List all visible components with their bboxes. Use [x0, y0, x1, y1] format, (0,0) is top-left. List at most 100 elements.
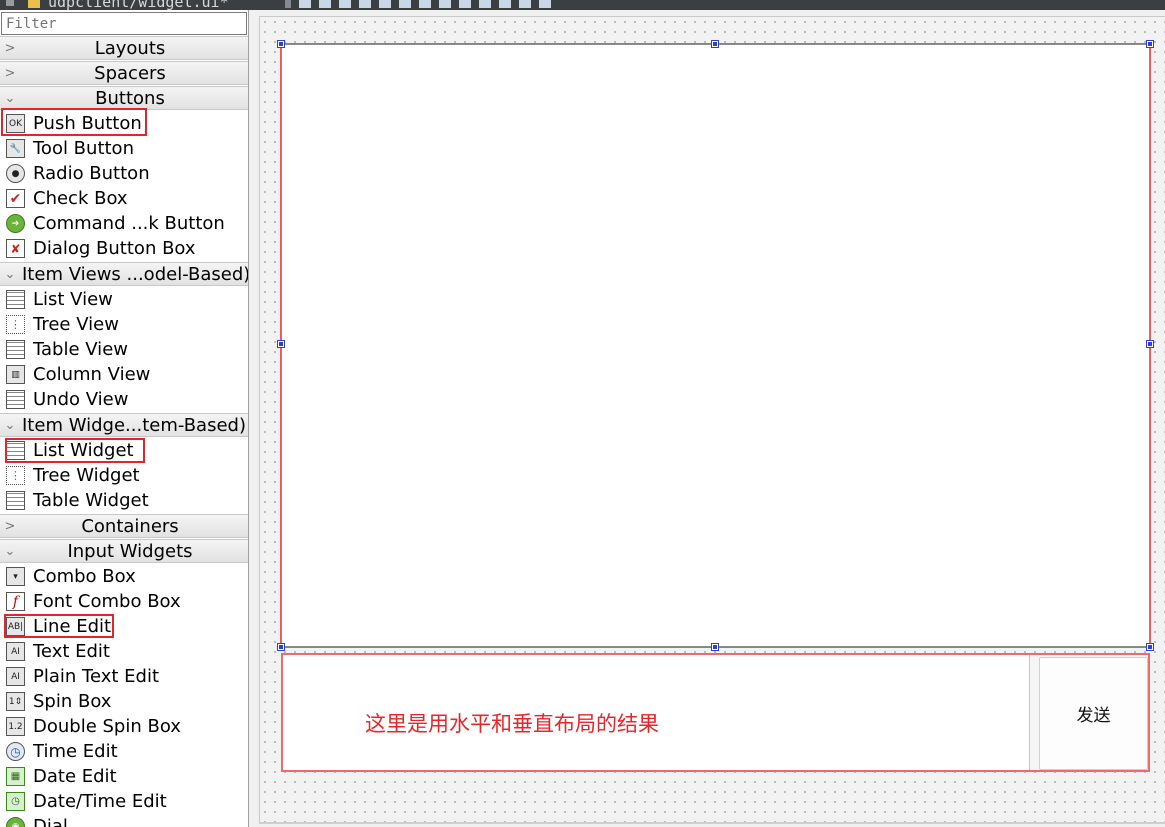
widget-item-label: Dial	[33, 816, 68, 827]
filter-input[interactable]	[1, 12, 247, 35]
column-view-icon: ▥	[6, 365, 25, 384]
layout-grid-icon[interactable]	[499, 0, 511, 8]
widget-item-list-view[interactable]: List View	[0, 287, 248, 312]
resize-handle-l[interactable]	[277, 340, 285, 348]
widget-item-label: Combo Box	[33, 566, 136, 587]
category-item-views[interactable]: ⌄ Item Views ...odel-Based)	[0, 262, 248, 286]
chevron-right-icon: >	[4, 518, 16, 534]
widget-item-plain-text-edit[interactable]: AI Plain Text Edit	[0, 664, 248, 689]
widget-item-label: Column View	[33, 364, 151, 385]
layout-horizontal-icon[interactable]	[399, 0, 411, 8]
message-display-area[interactable]	[280, 43, 1151, 648]
resize-handle-tl[interactable]	[277, 40, 285, 48]
widget-item-command-k-button[interactable]: ➔ Command ...k Button	[0, 211, 248, 236]
category-containers[interactable]: > Containers	[0, 514, 248, 538]
widget-item-label: Table Widget	[33, 490, 149, 511]
widget-item-combo-box[interactable]: ▾ Combo Box	[0, 564, 248, 589]
top-toolbar: udpclient/widget.ui*	[0, 0, 1165, 10]
widget-item-check-box[interactable]: ✔ Check Box	[0, 186, 248, 211]
widget-item-text-edit[interactable]: AI Text Edit	[0, 639, 248, 664]
widget-item-label: Date/Time Edit	[33, 791, 167, 812]
resize-handle-br[interactable]	[1146, 643, 1154, 651]
undo-view-icon	[6, 390, 25, 409]
dialog-button-box-icon: ✘	[6, 239, 25, 258]
table-widget-icon	[6, 491, 25, 510]
chevron-down-icon: ⌄	[4, 266, 16, 282]
widget-item-label: Time Edit	[33, 741, 118, 762]
layout-splitter-h-icon[interactable]	[439, 0, 451, 8]
dial-icon: ◉	[6, 817, 25, 827]
layout-vertical-icon[interactable]	[419, 0, 431, 8]
category-buttons[interactable]: ⌄ Buttons	[0, 86, 248, 110]
radio-button-icon: ●	[6, 164, 25, 183]
ui-file-icon	[28, 0, 40, 8]
edit-widgets-icon[interactable]	[319, 0, 331, 8]
send-button[interactable]: 发送	[1039, 657, 1148, 770]
widget-item-label: Tree Widget	[33, 465, 140, 486]
category-spacers[interactable]: > Spacers	[0, 61, 248, 85]
canvas-bottom-border	[259, 822, 1165, 824]
widget-item-date-edit[interactable]: ▦ Date Edit	[0, 764, 248, 789]
resize-handle-tr[interactable]	[1146, 40, 1154, 48]
widget-item-label: Table View	[33, 339, 128, 360]
tool-button-icon: 🔧	[6, 139, 25, 158]
tab-title[interactable]: udpclient/widget.ui*	[48, 0, 229, 10]
widget-item-spin-box[interactable]: 1⇕ Spin Box	[0, 689, 248, 714]
widget-item-table-widget[interactable]: Table Widget	[0, 488, 248, 513]
category-input-widgets[interactable]: ⌄ Input Widgets	[0, 539, 248, 563]
close-tab-icon[interactable]	[6, 0, 14, 6]
widget-item-tree-view[interactable]: ⋮ Tree View	[0, 312, 248, 337]
edit-tab-order-icon[interactable]	[379, 0, 391, 8]
resize-handle-r[interactable]	[1146, 340, 1154, 348]
resize-handle-b[interactable]	[711, 643, 719, 651]
resize-handle-t[interactable]	[711, 40, 719, 48]
widget-item-undo-view[interactable]: Undo View	[0, 387, 248, 412]
category-layouts[interactable]: > Layouts	[0, 36, 248, 60]
list-view-icon	[6, 290, 25, 309]
widget-item-date-time-edit[interactable]: ◷ Date/Time Edit	[0, 789, 248, 814]
widget-item-double-spin-box[interactable]: 1.2 Double Spin Box	[0, 714, 248, 739]
widget-item-time-edit[interactable]: ◷ Time Edit	[0, 739, 248, 764]
adjust-size-icon[interactable]	[539, 0, 551, 8]
widget-item-label: Date Edit	[33, 766, 117, 787]
tree-view-icon: ⋮	[6, 315, 25, 334]
widget-item-label: Plain Text Edit	[33, 666, 159, 687]
layout-splitter-v-icon[interactable]	[459, 0, 471, 8]
chevron-down-icon: ⌄	[4, 417, 16, 433]
font-combo-box-icon: f	[6, 592, 25, 611]
break-layout-icon[interactable]	[519, 0, 531, 8]
chevron-right-icon: >	[4, 40, 16, 56]
widget-item-label: Undo View	[33, 389, 129, 410]
widget-item-label: List View	[33, 289, 113, 310]
widget-item-label: Text Edit	[33, 641, 110, 662]
widget-item-label: Check Box	[33, 188, 128, 209]
widget-item-label: Dialog Button Box	[33, 238, 196, 259]
widget-item-table-view[interactable]: Table View	[0, 337, 248, 362]
widget-item-tool-button[interactable]: 🔧 Tool Button	[0, 136, 248, 161]
widget-box: > Layouts > Spacers ⌄ Buttons OKPush But…	[0, 10, 249, 827]
message-input[interactable]: 这里是用水平和垂直布局的结果	[283, 655, 1030, 770]
widget-item-dial[interactable]: ◉ Dial	[0, 814, 248, 827]
widget-item-font-combo-box[interactable]: f Font Combo Box	[0, 589, 248, 614]
widget-item-tree-widget[interactable]: ⋮ Tree Widget	[0, 463, 248, 488]
widget-item-label: Radio Button	[33, 163, 150, 184]
widget-item-label: Tree View	[33, 314, 119, 335]
combo-box-icon: ▾	[6, 567, 25, 586]
edit-buddies-icon[interactable]	[359, 0, 371, 8]
annotation-text: 这里是用水平和垂直布局的结果	[365, 712, 659, 736]
widget-item-column-view[interactable]: ▥ Column View	[0, 362, 248, 387]
toolbar-icons	[285, 0, 551, 10]
dropdown-arrow-icon[interactable]	[285, 0, 291, 8]
widget-item-dialog-button-box[interactable]: ✘ Dialog Button Box	[0, 236, 248, 261]
command-link-icon: ➔	[6, 214, 25, 233]
chevron-down-icon: ⌄	[4, 90, 16, 106]
widget-item-radio-button[interactable]: ● Radio Button	[0, 161, 248, 186]
resize-handle-bl[interactable]	[277, 643, 285, 651]
close-form-icon[interactable]	[299, 0, 311, 8]
widget-item-label: Tool Button	[33, 138, 134, 159]
category-item-widgets[interactable]: ⌄ Item Widge...tem-Based)	[0, 413, 248, 437]
edit-signals-icon[interactable]	[339, 0, 351, 8]
layout-form-icon[interactable]	[479, 0, 491, 8]
date-edit-icon: ▦	[6, 767, 25, 786]
text-edit-icon: AI	[6, 642, 25, 661]
